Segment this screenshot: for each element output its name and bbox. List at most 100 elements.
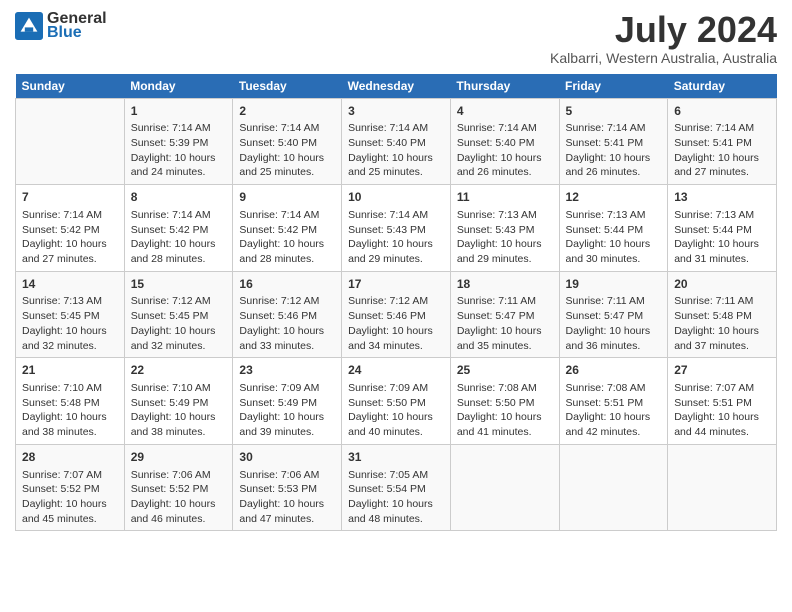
- day-info: Sunrise: 7:10 AM Sunset: 5:49 PM Dayligh…: [131, 381, 227, 440]
- cell-week3-day6: 20Sunrise: 7:11 AM Sunset: 5:48 PM Dayli…: [668, 271, 777, 358]
- cell-week3-day5: 19Sunrise: 7:11 AM Sunset: 5:47 PM Dayli…: [559, 271, 668, 358]
- day-number: 13: [674, 189, 770, 206]
- day-info: Sunrise: 7:08 AM Sunset: 5:50 PM Dayligh…: [457, 381, 553, 440]
- cell-week4-day2: 23Sunrise: 7:09 AM Sunset: 5:49 PM Dayli…: [233, 358, 342, 445]
- cell-week4-day0: 21 Sunrise: 7:10 AM Sunset: 5:48 PM Dayli…: [16, 358, 125, 445]
- day-info: Sunrise: 7:06 AM Sunset: 5:52 PM Dayligh…: [131, 468, 227, 527]
- cell-week5-day5: [559, 444, 668, 531]
- header-day-thursday: Thursday: [450, 74, 559, 99]
- day-number: 2: [239, 103, 335, 120]
- day-info: Sunrise: 7:14 AM Sunset: 5:40 PM Dayligh…: [348, 121, 444, 180]
- day-number: 8: [131, 189, 227, 206]
- day-number: 21: [22, 362, 118, 379]
- day-info: Sunrise: 7:14 AM Sunset: 5:43 PM Dayligh…: [348, 208, 444, 267]
- cell-week2-day3: 10Sunrise: 7:14 AM Sunset: 5:43 PM Dayli…: [342, 185, 451, 272]
- day-info: Sunrise: 7:08 AM Sunset: 5:51 PM Dayligh…: [566, 381, 662, 440]
- cell-week3-day0: 14Sunrise: 7:13 AM Sunset: 5:45 PM Dayli…: [16, 271, 125, 358]
- cell-week1-day5: 5Sunrise: 7:14 AM Sunset: 5:41 PM Daylig…: [559, 98, 668, 185]
- header-day-friday: Friday: [559, 74, 668, 99]
- cell-week3-day2: 16Sunrise: 7:12 AM Sunset: 5:46 PM Dayli…: [233, 271, 342, 358]
- cell-week5-day3: 31 Sunrise: 7:05 AM Sunset: 5:54 PM Dayli…: [342, 444, 451, 531]
- cell-week1-day3: 3Sunrise: 7:14 AM Sunset: 5:40 PM Daylig…: [342, 98, 451, 185]
- day-number: 31: [348, 449, 444, 466]
- cell-week5-day2: 30 Sunrise: 7:06 AM Sunset: 5:53 PM Dayli…: [233, 444, 342, 531]
- cell-week3-day4: 18Sunrise: 7:11 AM Sunset: 5:47 PM Dayli…: [450, 271, 559, 358]
- day-number: 20: [674, 276, 770, 293]
- title-block: July 2024 Kalbarri, Western Australia, A…: [550, 10, 777, 66]
- cell-week1-day6: 6Sunrise: 7:14 AM Sunset: 5:41 PM Daylig…: [668, 98, 777, 185]
- cell-week2-day0: 7Sunrise: 7:14 AM Sunset: 5:42 PM Daylig…: [16, 185, 125, 272]
- cell-week2-day5: 12 Sunrise: 7:13 AM Sunset: 5:44 PM Dayli…: [559, 185, 668, 272]
- cell-week2-day2: 9Sunrise: 7:14 AM Sunset: 5:42 PM Daylig…: [233, 185, 342, 272]
- day-number: 30: [239, 449, 335, 466]
- day-number: 26: [566, 362, 662, 379]
- cell-week4-day5: 26 Sunrise: 7:08 AM Sunset: 5:51 PM Dayli…: [559, 358, 668, 445]
- week-row-3: 14Sunrise: 7:13 AM Sunset: 5:45 PM Dayli…: [16, 271, 777, 358]
- day-number: 1: [131, 103, 227, 120]
- logo-text: General Blue: [47, 10, 107, 42]
- day-info: Sunrise: 7:12 AM Sunset: 5:45 PM Dayligh…: [131, 294, 227, 353]
- day-number: 17: [348, 276, 444, 293]
- day-number: 15: [131, 276, 227, 293]
- day-number: 12: [566, 189, 662, 206]
- cell-week2-day6: 13 Sunrise: 7:13 AM Sunset: 5:44 PM Dayli…: [668, 185, 777, 272]
- day-info: Sunrise: 7:07 AM Sunset: 5:51 PM Dayligh…: [674, 381, 770, 440]
- cell-week5-day0: 28Sunrise: 7:07 AM Sunset: 5:52 PM Dayli…: [16, 444, 125, 531]
- cell-week1-day2: 2Sunrise: 7:14 AM Sunset: 5:40 PM Daylig…: [233, 98, 342, 185]
- header-day-sunday: Sunday: [16, 74, 125, 99]
- day-info: Sunrise: 7:12 AM Sunset: 5:46 PM Dayligh…: [348, 294, 444, 353]
- day-info: Sunrise: 7:14 AM Sunset: 5:42 PM Dayligh…: [22, 208, 118, 267]
- cell-week4-day1: 22 Sunrise: 7:10 AM Sunset: 5:49 PM Dayli…: [124, 358, 233, 445]
- day-number: 24: [348, 362, 444, 379]
- day-number: 5: [566, 103, 662, 120]
- cell-week4-day4: 25 Sunrise: 7:08 AM Sunset: 5:50 PM Dayli…: [450, 358, 559, 445]
- day-number: 25: [457, 362, 553, 379]
- cell-week5-day1: 29 Sunrise: 7:06 AM Sunset: 5:52 PM Dayli…: [124, 444, 233, 531]
- day-number: 28: [22, 449, 118, 466]
- day-info: Sunrise: 7:14 AM Sunset: 5:42 PM Dayligh…: [239, 208, 335, 267]
- header-day-wednesday: Wednesday: [342, 74, 451, 99]
- day-info: Sunrise: 7:13 AM Sunset: 5:44 PM Dayligh…: [566, 208, 662, 267]
- page-header: General Blue July 2024 Kalbarri, Western…: [15, 10, 777, 66]
- day-number: 3: [348, 103, 444, 120]
- header-day-saturday: Saturday: [668, 74, 777, 99]
- days-header-row: SundayMondayTuesdayWednesdayThursdayFrid…: [16, 74, 777, 99]
- week-row-5: 28Sunrise: 7:07 AM Sunset: 5:52 PM Dayli…: [16, 444, 777, 531]
- day-number: 22: [131, 362, 227, 379]
- day-info: Sunrise: 7:14 AM Sunset: 5:40 PM Dayligh…: [457, 121, 553, 180]
- day-info: Sunrise: 7:13 AM Sunset: 5:44 PM Dayligh…: [674, 208, 770, 267]
- day-info: Sunrise: 7:13 AM Sunset: 5:43 PM Dayligh…: [457, 208, 553, 267]
- day-info: Sunrise: 7:05 AM Sunset: 5:54 PM Dayligh…: [348, 468, 444, 527]
- day-info: Sunrise: 7:09 AM Sunset: 5:50 PM Dayligh…: [348, 381, 444, 440]
- cell-week3-day3: 17Sunrise: 7:12 AM Sunset: 5:46 PM Dayli…: [342, 271, 451, 358]
- day-number: 29: [131, 449, 227, 466]
- day-info: Sunrise: 7:14 AM Sunset: 5:41 PM Dayligh…: [674, 121, 770, 180]
- cell-week1-day1: 1Sunrise: 7:14 AM Sunset: 5:39 PM Daylig…: [124, 98, 233, 185]
- day-info: Sunrise: 7:09 AM Sunset: 5:49 PM Dayligh…: [239, 381, 335, 440]
- month-year: July 2024: [550, 10, 777, 50]
- cell-week2-day4: 11Sunrise: 7:13 AM Sunset: 5:43 PM Dayli…: [450, 185, 559, 272]
- day-number: 4: [457, 103, 553, 120]
- day-info: Sunrise: 7:14 AM Sunset: 5:42 PM Dayligh…: [131, 208, 227, 267]
- day-number: 27: [674, 362, 770, 379]
- header-day-monday: Monday: [124, 74, 233, 99]
- logo-icon: [15, 12, 43, 40]
- week-row-2: 7Sunrise: 7:14 AM Sunset: 5:42 PM Daylig…: [16, 185, 777, 272]
- week-row-4: 21 Sunrise: 7:10 AM Sunset: 5:48 PM Dayli…: [16, 358, 777, 445]
- day-info: Sunrise: 7:11 AM Sunset: 5:47 PM Dayligh…: [457, 294, 553, 353]
- day-info: Sunrise: 7:14 AM Sunset: 5:39 PM Dayligh…: [131, 121, 227, 180]
- cell-week3-day1: 15Sunrise: 7:12 AM Sunset: 5:45 PM Dayli…: [124, 271, 233, 358]
- day-info: Sunrise: 7:11 AM Sunset: 5:48 PM Dayligh…: [674, 294, 770, 353]
- day-number: 16: [239, 276, 335, 293]
- day-info: Sunrise: 7:11 AM Sunset: 5:47 PM Dayligh…: [566, 294, 662, 353]
- cell-week4-day3: 24 Sunrise: 7:09 AM Sunset: 5:50 PM Dayli…: [342, 358, 451, 445]
- cell-week1-day0: [16, 98, 125, 185]
- day-number: 14: [22, 276, 118, 293]
- day-info: Sunrise: 7:10 AM Sunset: 5:48 PM Dayligh…: [22, 381, 118, 440]
- day-info: Sunrise: 7:14 AM Sunset: 5:40 PM Dayligh…: [239, 121, 335, 180]
- cell-week5-day6: [668, 444, 777, 531]
- location: Kalbarri, Western Australia, Australia: [550, 50, 777, 66]
- week-row-1: 1Sunrise: 7:14 AM Sunset: 5:39 PM Daylig…: [16, 98, 777, 185]
- day-info: Sunrise: 7:06 AM Sunset: 5:53 PM Dayligh…: [239, 468, 335, 527]
- cell-week1-day4: 4Sunrise: 7:14 AM Sunset: 5:40 PM Daylig…: [450, 98, 559, 185]
